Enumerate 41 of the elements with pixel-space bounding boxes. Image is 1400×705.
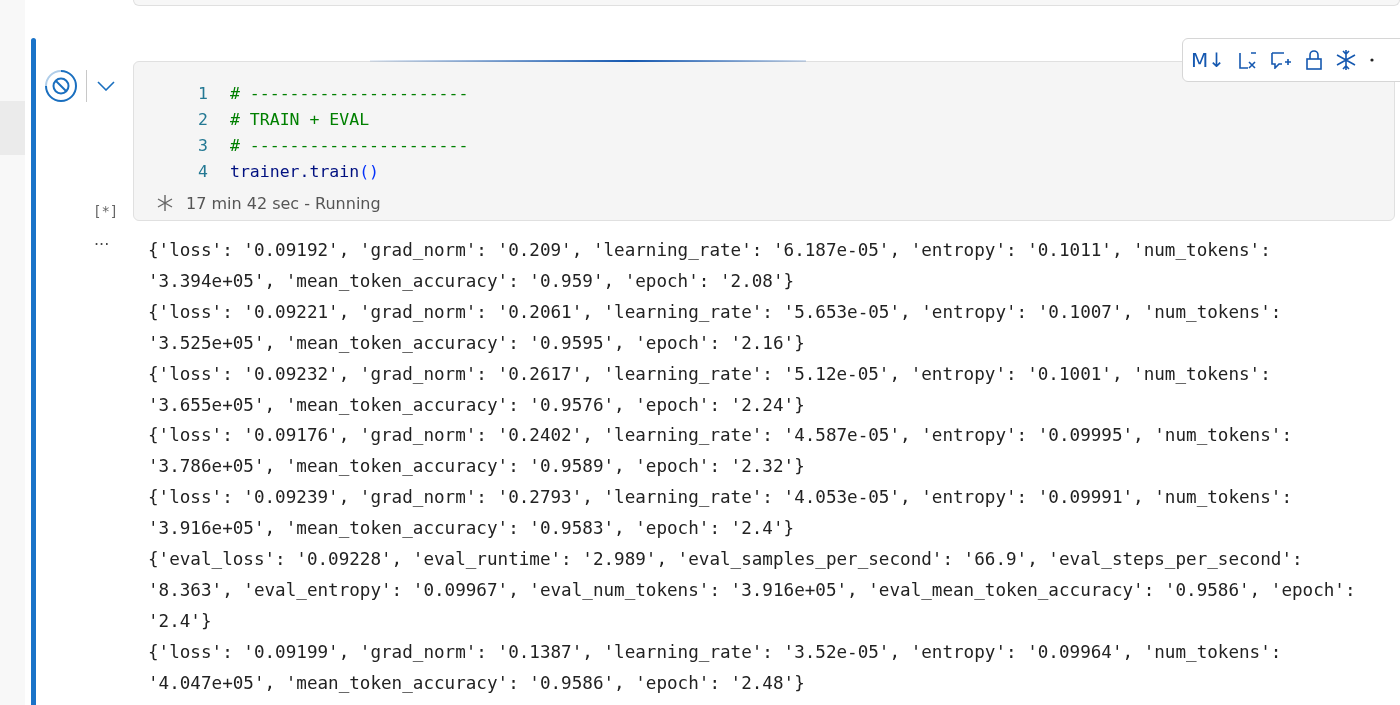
output-line: {'loss': '0.09239', 'grad_norm': '0.2793', 'learning_rate': '4.053e-05', 'entropy': '0.09991', 'num_tokens': — [148, 486, 1293, 510]
output-line: {'loss': '0.09232', 'grad_norm': '0.2617', 'learning_rate': '5.12e-05', 'entropy': '0.1001', 'num_tokens': — [148, 362, 1272, 386]
snowflake-icon — [1336, 49, 1356, 71]
comment-add-icon — [1271, 51, 1292, 69]
cell-status: 17 min 42 sec - Running — [186, 193, 381, 213]
line-number: 3 — [197, 135, 209, 155]
running-asterisk-icon — [156, 194, 174, 212]
execution-count: [*] — [93, 203, 119, 219]
lock-button[interactable] — [1306, 50, 1322, 70]
lock-icon — [1306, 50, 1322, 70]
code-line: # ---------------------- — [230, 83, 469, 103]
code-line: # TRAIN + EVAL — [230, 109, 370, 129]
output-line: '4.047e+05', 'mean_token_accuracy': '0.9586', 'epoch': '2.48'} — [148, 671, 806, 695]
clear-output-button[interactable] — [1239, 51, 1257, 69]
comment-button[interactable] — [1271, 51, 1292, 69]
line-number: 4 — [197, 161, 209, 181]
output-line: '3.786e+05', 'mean_token_accuracy': '0.9589', 'epoch': '2.32'} — [148, 455, 806, 479]
output-line: '8.363', 'eval_entropy': '0.09967', 'eval_num_tokens': '3.916e+05', 'eval_mean_token_accuracy': '0.9586', 'epoch': — [148, 578, 1356, 602]
freeze-button[interactable] — [1336, 49, 1356, 71]
output-line: {'loss': '0.09221', 'grad_norm': '0.2061', 'learning_rate': '5.653e-05', 'entropy': '0.1007', 'num_tokens': — [148, 300, 1283, 324]
line-number: 1 — [197, 83, 209, 103]
output-line: {'loss': '0.09199', 'grad_norm': '0.1387', 'learning_rate': '3.52e-05', 'entropy': '0.09964', 'num_tokens': — [148, 640, 1283, 664]
output-line: '3.655e+05', 'mean_token_accuracy': '0.9576', 'epoch': '2.24'} — [148, 393, 806, 417]
code-line: # ---------------------- — [230, 135, 469, 155]
output-line: {'loss': '0.09192', 'grad_norm': '0.209', 'learning_rate': '6.187e-05', 'entropy': '0.1011', 'num_tokens': — [148, 239, 1272, 262]
chevron-down-icon — [97, 81, 115, 91]
more-button[interactable] — [1370, 58, 1374, 62]
clear-output-icon — [1239, 51, 1257, 69]
collapse-button[interactable] — [97, 81, 115, 91]
output-line: {'eval_loss': '0.09228', 'eval_runtime': '2.989', 'eval_samples_per_second': '66.9', 'eval_steps_per_second': — [148, 548, 1304, 572]
stop-cell-button[interactable] — [44, 69, 78, 103]
line-number: 2 — [197, 109, 209, 129]
output-line: '3.916e+05', 'mean_token_accuracy': '0.9583', 'epoch': '2.4'} — [148, 517, 796, 541]
output-line: '3.525e+05', 'mean_token_accuracy': '0.9595', 'epoch': '2.16'} — [148, 331, 806, 355]
output-line: '3.394e+05', 'mean_token_accuracy': '0.959', 'epoch': '2.08'} — [148, 269, 796, 293]
output-line: '2.4'} — [148, 609, 213, 633]
output-line: {'loss': '0.09176', 'grad_norm': '0.2402', 'learning_rate': '4.587e-05', 'entropy': '0.09995', 'num_tokens': — [148, 424, 1293, 448]
output-more-button[interactable]: ··· — [44, 235, 148, 699]
stop-icon — [44, 69, 78, 103]
more-icon — [1370, 58, 1374, 62]
code-line: trainer.train() — [230, 161, 379, 181]
